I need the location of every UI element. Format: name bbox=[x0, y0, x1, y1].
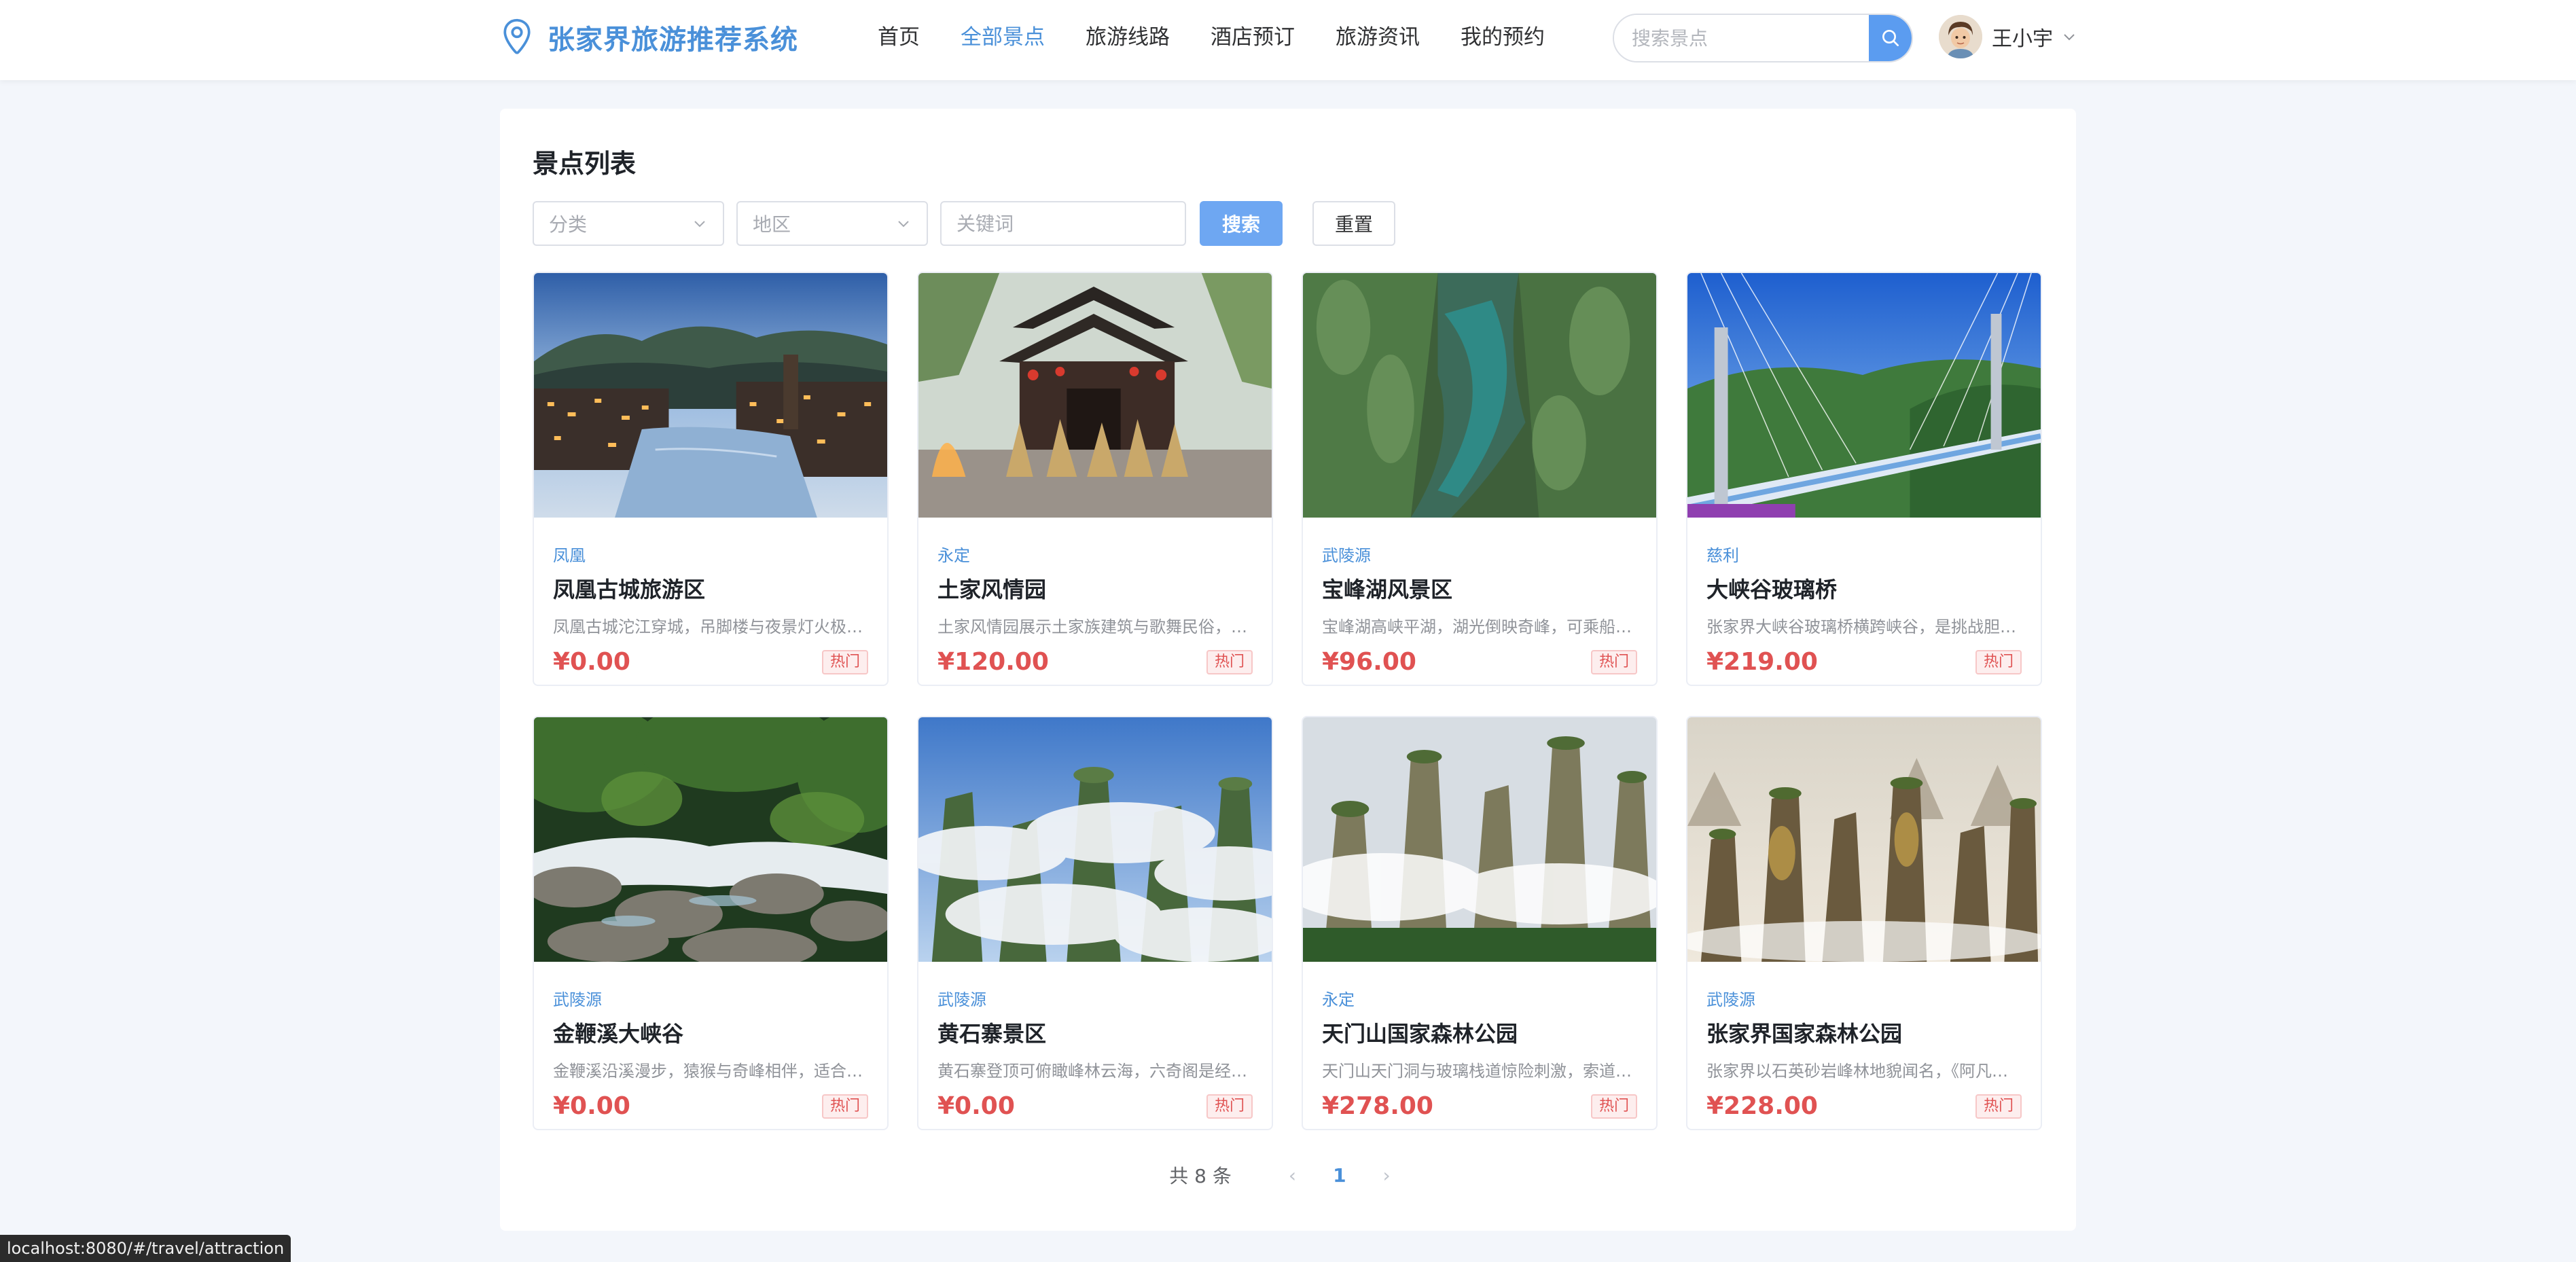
attraction-price: ¥228.00 bbox=[1706, 1092, 1818, 1120]
attraction-image-tianmen bbox=[1303, 717, 1656, 962]
category-select-placeholder: 分类 bbox=[549, 213, 588, 236]
attraction-card[interactable]: 凤凰 凤凰古城旅游区 凤凰古城沱江穿城，吊脚楼与夜景灯火极… ¥0.00 热门 bbox=[533, 272, 889, 686]
search-icon bbox=[1882, 30, 1899, 46]
hot-tag: 热门 bbox=[821, 1094, 868, 1119]
attraction-card[interactable]: 永定 天门山国家森林公园 天门山天门洞与玻璃栈道惊险刺激，索道… ¥278.00… bbox=[1302, 716, 1658, 1130]
attraction-price: ¥0.00 bbox=[553, 648, 630, 676]
attraction-card[interactable]: 武陵源 金鞭溪大峡谷 金鞭溪沿溪漫步，猿猴与奇峰相伴，适合… ¥0.00 热门 bbox=[533, 716, 889, 1130]
region-select[interactable]: 地区 bbox=[736, 201, 928, 246]
avatar-image bbox=[1939, 15, 1982, 58]
hot-tag: 热门 bbox=[1206, 649, 1253, 674]
attraction-region: 凤凰 bbox=[553, 546, 586, 565]
attraction-price: ¥120.00 bbox=[937, 648, 1049, 676]
prev-page-icon[interactable]: ‹ bbox=[1289, 1164, 1296, 1187]
nav-my-bookings[interactable]: 我的预约 bbox=[1461, 20, 1545, 54]
attraction-desc: 张家界大峡谷玻璃桥横跨峡谷，是挑战胆… bbox=[1706, 617, 2016, 636]
attraction-desc: 张家界以石英砂岩峰林地貌闻名，《阿凡… bbox=[1706, 1062, 2008, 1081]
attraction-grid: 凤凰 凤凰古城旅游区 凤凰古城沱江穿城，吊脚楼与夜景灯火极… ¥0.00 热门 bbox=[533, 272, 2042, 1130]
attraction-region: 武陵源 bbox=[1322, 546, 1371, 565]
avatar bbox=[1939, 15, 1982, 58]
attraction-region: 永定 bbox=[1322, 990, 1355, 1009]
nav-home[interactable]: 首页 bbox=[878, 20, 920, 54]
attraction-price: ¥0.00 bbox=[937, 1092, 1015, 1120]
location-pin-icon bbox=[503, 18, 531, 54]
attraction-name: 金鞭溪大峡谷 bbox=[553, 1021, 684, 1047]
header-search bbox=[1613, 14, 1913, 62]
region-select-placeholder: 地区 bbox=[753, 213, 791, 236]
chevron-down-icon bbox=[2064, 34, 2075, 41]
attraction-price: ¥219.00 bbox=[1706, 648, 1818, 676]
attraction-name: 张家界国家森林公园 bbox=[1706, 1021, 1903, 1047]
nav-routes[interactable]: 旅游线路 bbox=[1086, 20, 1170, 54]
attraction-desc: 金鞭溪沿溪漫步，猿猴与奇峰相伴，适合… bbox=[553, 1062, 863, 1081]
attraction-desc: 天门山天门洞与玻璃栈道惊险刺激，索道… bbox=[1322, 1062, 1632, 1081]
filter-bar: 分类 地区 搜索 重置 bbox=[533, 201, 1395, 246]
user-menu[interactable]: 王小宇 bbox=[1939, 15, 2077, 58]
chevron-down-icon bbox=[898, 221, 909, 228]
attraction-price: ¥0.00 bbox=[553, 1092, 630, 1120]
attraction-card[interactable]: 武陵源 黄石寨景区 黄石寨登顶可俯瞰峰林云海，六奇阁是经… ¥0.00 热门 bbox=[917, 716, 1273, 1130]
attraction-desc: 土家风情园展示土家族建筑与歌舞民俗，… bbox=[937, 617, 1247, 636]
attraction-region: 慈利 bbox=[1706, 546, 1739, 565]
attraction-name: 黄石寨景区 bbox=[937, 1021, 1047, 1047]
attraction-image-fenghuang bbox=[534, 273, 887, 518]
page-number-1[interactable]: 1 bbox=[1333, 1164, 1346, 1187]
logo[interactable]: 张家界旅游推荐系统 bbox=[501, 18, 798, 57]
page-title: 景点列表 bbox=[533, 149, 637, 179]
attraction-price: ¥96.00 bbox=[1322, 648, 1416, 676]
pagination: 共 8 条 ‹ 1 › bbox=[500, 1161, 2076, 1189]
header-search-button[interactable] bbox=[1869, 15, 1912, 61]
hot-tag: 热门 bbox=[1590, 649, 1637, 674]
nav-news[interactable]: 旅游资讯 bbox=[1336, 20, 1420, 54]
hot-tag: 热门 bbox=[1206, 1094, 1253, 1119]
attraction-image-glass-bridge bbox=[1687, 273, 2041, 518]
nav-hotels[interactable]: 酒店预订 bbox=[1211, 20, 1295, 54]
attraction-name: 凤凰古城旅游区 bbox=[553, 577, 706, 602]
user-name: 王小宇 bbox=[1992, 27, 2053, 51]
hot-tag: 热门 bbox=[1590, 1094, 1637, 1119]
attraction-image-jinbian bbox=[534, 717, 887, 962]
attraction-image-zhangjiajie-forest bbox=[1687, 717, 2041, 962]
attraction-card[interactable]: 永定 土家风情园 土家风情园展示土家族建筑与歌舞民俗，… ¥120.00 热门 bbox=[917, 272, 1273, 686]
attraction-price: ¥278.00 bbox=[1322, 1092, 1433, 1120]
main-nav: 首页 全部景点 旅游线路 酒店预订 旅游资讯 我的预约 bbox=[878, 20, 1586, 54]
attraction-image-huangshi bbox=[918, 717, 1272, 962]
attraction-region: 武陵源 bbox=[1706, 990, 1755, 1009]
next-page-icon[interactable]: › bbox=[1383, 1164, 1391, 1187]
nav-all-attractions[interactable]: 全部景点 bbox=[961, 20, 1045, 54]
attraction-desc: 宝峰湖高峡平湖，湖光倒映奇峰，可乘船… bbox=[1322, 617, 1632, 636]
top-navbar: 张家界旅游推荐系统 首页 全部景点 旅游线路 酒店预订 旅游资讯 我的预约 搜索… bbox=[0, 0, 2576, 80]
header-search-input[interactable] bbox=[1614, 15, 1869, 61]
attraction-desc: 黄石寨登顶可俯瞰峰林云海，六奇阁是经… bbox=[937, 1062, 1247, 1081]
chevron-down-icon bbox=[694, 221, 705, 228]
attraction-name: 土家风情园 bbox=[937, 577, 1047, 602]
search-button[interactable]: 搜索 bbox=[1200, 201, 1283, 246]
link-preview-statusbar: localhost:8080/#/travel/attraction bbox=[0, 1235, 291, 1262]
attraction-name: 宝峰湖风景区 bbox=[1322, 577, 1453, 602]
attraction-card[interactable]: 武陵源 宝峰湖风景区 宝峰湖高峡平湖，湖光倒映奇峰，可乘船… ¥96.00 热门 bbox=[1302, 272, 1658, 686]
category-select[interactable]: 分类 bbox=[533, 201, 724, 246]
attraction-region: 永定 bbox=[937, 546, 970, 565]
hot-tag: 热门 bbox=[1975, 649, 2022, 674]
attraction-desc: 凤凰古城沱江穿城，吊脚楼与夜景灯火极… bbox=[553, 617, 863, 636]
attraction-card[interactable]: 慈利 大峡谷玻璃桥 张家界大峡谷玻璃桥横跨峡谷，是挑战胆… ¥219.00 热门 bbox=[1686, 272, 2042, 686]
attraction-name: 大峡谷玻璃桥 bbox=[1706, 577, 1838, 602]
attraction-region: 武陵源 bbox=[937, 990, 986, 1009]
attraction-image-tujia bbox=[918, 273, 1272, 518]
attractions-panel: 景点列表 分类 地区 搜索 重置 bbox=[500, 109, 2076, 1231]
pagination-total: 共 8 条 bbox=[1169, 1165, 1232, 1187]
attraction-card[interactable]: 武陵源 张家界国家森林公园 张家界以石英砂岩峰林地貌闻名，《阿凡… ¥228.0… bbox=[1686, 716, 2042, 1130]
attraction-name: 天门山国家森林公园 bbox=[1322, 1021, 1518, 1047]
attraction-image-baofeng bbox=[1303, 273, 1656, 518]
app-title: 张家界旅游推荐系统 bbox=[548, 24, 798, 56]
hot-tag: 热门 bbox=[821, 649, 868, 674]
attraction-region: 武陵源 bbox=[553, 990, 602, 1009]
keyword-input[interactable] bbox=[940, 201, 1186, 246]
hot-tag: 热门 bbox=[1975, 1094, 2022, 1119]
reset-button[interactable]: 重置 bbox=[1312, 201, 1395, 246]
